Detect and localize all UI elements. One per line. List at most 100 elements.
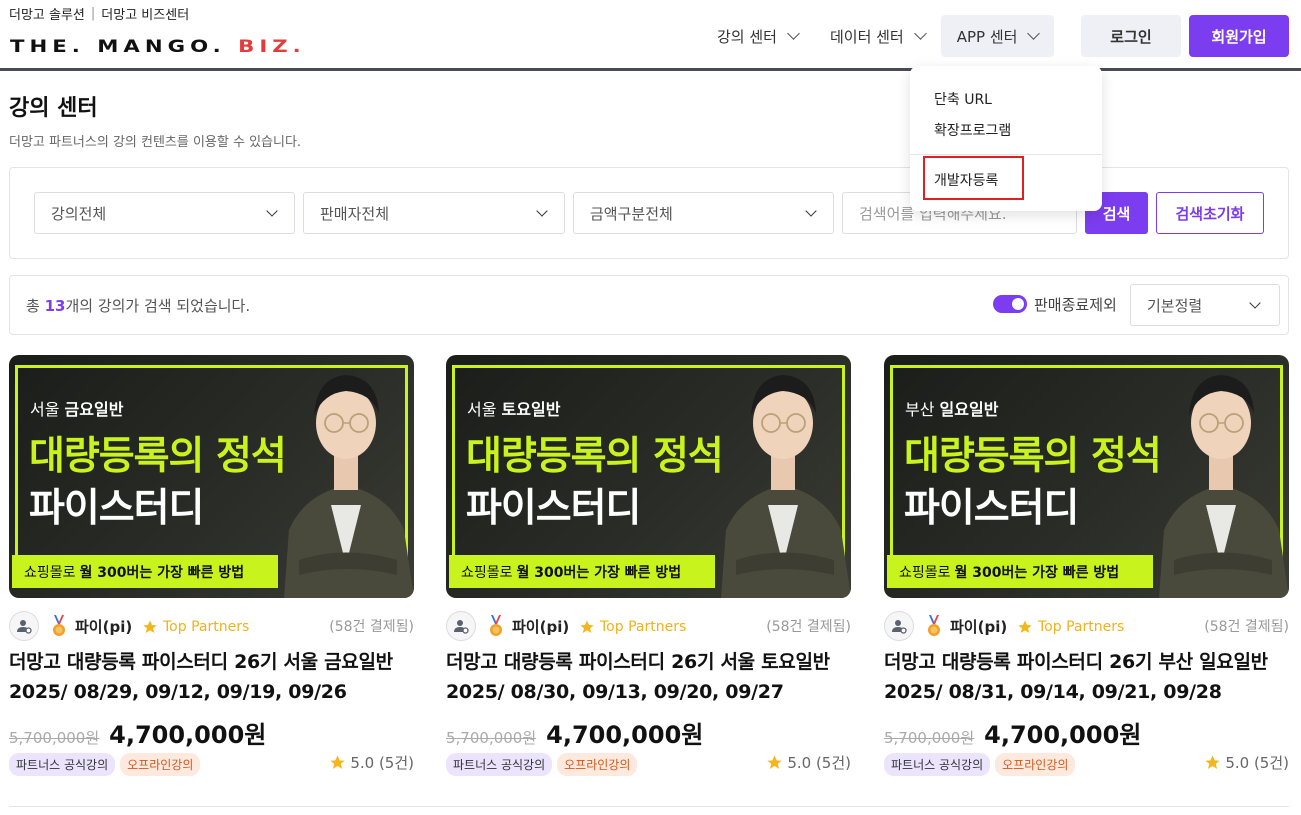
star-icon	[767, 755, 782, 769]
seller-name[interactable]: 파이(pi)	[512, 616, 569, 637]
thumbnail-title-main: 대량등록의 정석	[29, 434, 287, 479]
top-partners-badge: Top Partners	[163, 619, 250, 635]
thumbnail-banner-strong: 월 300버는 가장 빠른 방법	[954, 564, 1120, 581]
rating-value: 5.0 (5건)	[1225, 754, 1289, 772]
user-settings-icon	[892, 620, 907, 634]
seller-select[interactable]: 판매자전체	[303, 192, 565, 234]
page-description: 더망고 파트너스의 강의 컨텐츠를 이용할 수 있습니다.	[9, 135, 302, 150]
price-type-select[interactable]: 금액구분전체	[573, 192, 834, 234]
thumbnail-region: 부산	[905, 400, 935, 419]
tag-offline-lecture: 오프라인강의	[995, 753, 1076, 776]
tag-offline-lecture: 오프라인강의	[120, 753, 201, 776]
link-mango-solution[interactable]: 더망고 솔루션	[9, 4, 85, 23]
top-links-separator: |	[90, 6, 96, 21]
thumbnail-banner-lead: 쇼핑몰로	[461, 564, 513, 581]
chevron-down-icon	[1027, 27, 1041, 40]
avatar[interactable]	[446, 611, 476, 641]
course-card[interactable]: 부산 일요일반 대량등록의 정석 파이스터디 쇼핑몰로 월 300버는 가장 빠른…	[884, 355, 1289, 776]
course-tags: 파트너스 공식강의 오프라인강의	[9, 753, 205, 776]
thumbnail-region: 서울	[30, 400, 60, 419]
site-logo[interactable]: THE. MANGO. BIZ.	[10, 37, 306, 57]
rating-value: 5.0 (5건)	[350, 754, 414, 772]
top-partners-badge: Top Partners	[1038, 619, 1125, 635]
nav-data-center[interactable]: 데이터 센터	[814, 15, 941, 57]
price-row: 5,700,000원 4,700,000원	[9, 715, 266, 749]
star-icon	[143, 620, 157, 633]
course-rating: 5.0 (5건)	[1204, 752, 1289, 773]
instructor-photo	[721, 375, 851, 598]
divider	[9, 806, 1289, 807]
thumbnail-banner-lead: 쇼핑몰로	[24, 564, 76, 581]
category-select-value: 강의전체	[51, 204, 107, 223]
link-mango-bizcenter[interactable]: 더망고 비즈센터	[101, 4, 189, 23]
reset-search-button[interactable]: 검색초기화	[1156, 192, 1264, 234]
course-title[interactable]: 더망고 대량등록 파이스터디 26기 서울 토요일반 2025/ 08/30, …	[446, 647, 851, 707]
signup-button[interactable]: 회원가입	[1189, 15, 1289, 57]
exclude-ended-toggle[interactable]	[993, 295, 1027, 313]
thumbnail-banner-lead: 쇼핑몰로	[899, 564, 951, 581]
nav-app-center[interactable]: APP 센터	[940, 15, 1055, 57]
tag-official-lecture: 파트너스 공식강의	[9, 753, 116, 776]
course-tags: 파트너스 공식강의 오프라인강의	[884, 753, 1080, 776]
chevron-down-icon	[913, 27, 927, 40]
original-price: 5,700,000원	[446, 729, 537, 747]
nav-lecture-center[interactable]: 강의 센터	[701, 15, 814, 57]
seller-name[interactable]: 파이(pi)	[75, 616, 132, 637]
sales-count: (58건 결제됨)	[766, 619, 851, 635]
tag-offline-lecture: 오프라인강의	[557, 753, 638, 776]
sale-price: 4,700,000원	[984, 721, 1142, 749]
seller-name[interactable]: 파이(pi)	[950, 616, 1007, 637]
thumbnail-title-main: 대량등록의 정석	[466, 434, 724, 479]
login-button[interactable]: 로그인	[1081, 15, 1181, 57]
seller-select-value: 판매자전체	[320, 204, 390, 223]
course-title-line1: 더망고 대량등록 파이스터디 26기 서울 금요일반	[9, 651, 393, 673]
original-price: 5,700,000원	[9, 729, 100, 747]
thumbnail-day: 일요일반	[939, 400, 999, 419]
medal-icon	[53, 615, 65, 636]
result-suffix: 개의 강의가 검색 되었습니다.	[65, 297, 251, 315]
course-card[interactable]: 서울 금요일반 대량등록의 정석 파이스터디 쇼핑몰로 월 300버는 가장 빠른…	[9, 355, 414, 776]
course-thumbnail[interactable]: 부산 일요일반 대량등록의 정석 파이스터디 쇼핑몰로 월 300버는 가장 빠른…	[884, 355, 1289, 598]
course-thumbnail[interactable]: 서울 토요일반 대량등록의 정석 파이스터디 쇼핑몰로 월 300버는 가장 빠른…	[446, 355, 851, 598]
thumbnail-subtitle: 서울 금요일반	[30, 396, 123, 420]
result-count: 13	[44, 297, 66, 315]
dropdown-item-short-url[interactable]: 단축 URL	[934, 89, 992, 109]
logo-main-text: THE. MANGO.	[10, 37, 239, 57]
avatar[interactable]	[884, 611, 914, 641]
thumbnail-day: 토요일반	[501, 400, 561, 419]
top-links: 더망고 솔루션 | 더망고 비즈센터	[9, 4, 189, 23]
sort-select[interactable]: 기본정렬	[1130, 284, 1280, 326]
course-title[interactable]: 더망고 대량등록 파이스터디 26기 서울 금요일반 2025/ 08/29, …	[9, 647, 414, 707]
instructor-photo	[1159, 375, 1289, 598]
nav-data-center-label: 데이터 센터	[829, 27, 904, 46]
thumbnail-subtitle: 서울 토요일반	[467, 396, 560, 420]
thumbnail-banner: 쇼핑몰로 월 300버는 가장 빠른 방법	[12, 555, 278, 588]
sale-price: 4,700,000원	[546, 721, 704, 749]
star-icon	[1018, 620, 1032, 633]
thumbnail-banner-strong: 월 300버는 가장 빠른 방법	[79, 564, 245, 581]
thumbnail-title-sub: 파이스터디	[29, 486, 204, 531]
thumbnail-day: 금요일반	[64, 400, 124, 419]
nav-app-center-label: APP 센터	[956, 27, 1018, 46]
avatar[interactable]	[9, 611, 39, 641]
course-card[interactable]: 서울 토요일반 대량등록의 정석 파이스터디 쇼핑몰로 월 300버는 가장 빠른…	[446, 355, 851, 776]
thumbnail-title-main: 대량등록의 정석	[904, 434, 1162, 479]
thumbnail-title-sub: 파이스터디	[466, 486, 641, 531]
star-icon	[1205, 755, 1220, 769]
category-select[interactable]: 강의전체	[34, 192, 295, 234]
star-icon	[580, 620, 594, 633]
nav-lecture-center-label: 강의 센터	[717, 27, 777, 46]
thumbnail-banner-strong: 월 300버는 가장 빠른 방법	[516, 564, 682, 581]
course-title-line1: 더망고 대량등록 파이스터디 26기 부산 일요일반	[884, 651, 1268, 673]
thumbnail-title-sub: 파이스터디	[904, 486, 1079, 531]
price-row: 5,700,000원 4,700,000원	[446, 715, 703, 749]
price-type-select-value: 금액구분전체	[590, 204, 673, 223]
exclude-ended-label: 판매종료제외	[1034, 296, 1117, 314]
dropdown-item-extension[interactable]: 확장프로그램	[934, 120, 1011, 140]
seller-row: 파이(pi) Top Partners (58건 결제됨)	[9, 611, 414, 641]
top-partners-badge: Top Partners	[600, 619, 687, 635]
course-title[interactable]: 더망고 대량등록 파이스터디 26기 부산 일요일반 2025/ 08/31, …	[884, 647, 1289, 707]
tag-official-lecture: 파트너스 공식강의	[884, 753, 991, 776]
course-thumbnail[interactable]: 서울 금요일반 대량등록의 정석 파이스터디 쇼핑몰로 월 300버는 가장 빠른…	[9, 355, 414, 598]
thumbnail-banner: 쇼핑몰로 월 300버는 가장 빠른 방법	[449, 555, 715, 588]
